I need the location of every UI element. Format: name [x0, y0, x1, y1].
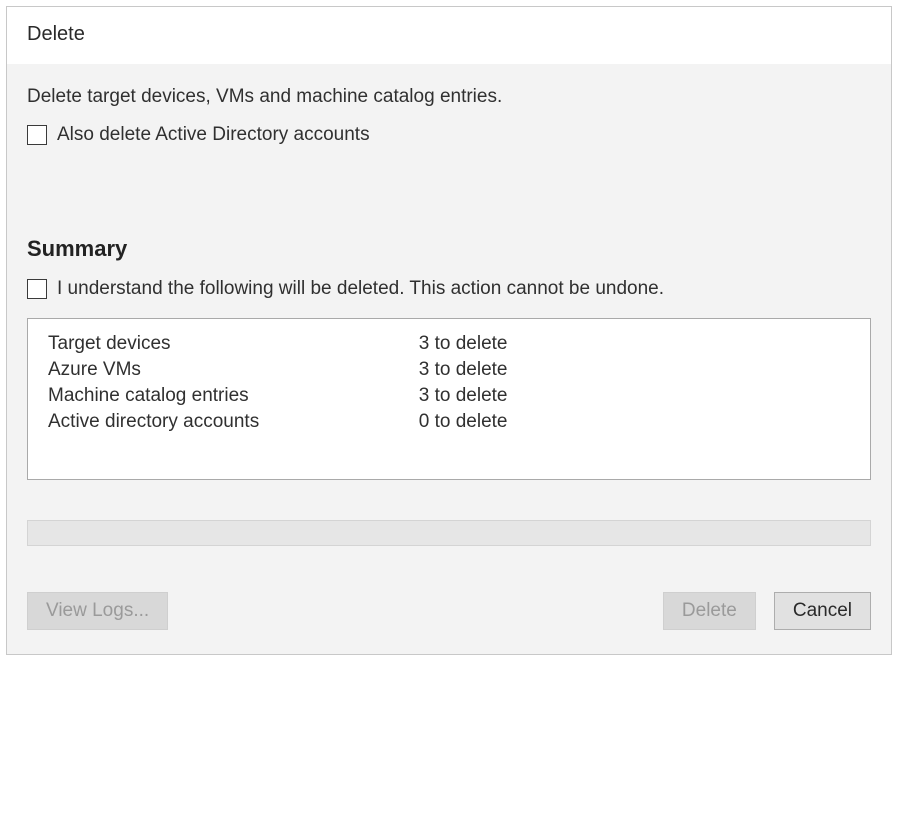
table-row: Active directory accounts 0 to delete [48, 409, 854, 435]
table-row: Azure VMs 3 to delete [48, 357, 854, 383]
confirm-delete-checkbox[interactable]: I understand the following will be delet… [27, 278, 664, 300]
checkbox-icon [27, 279, 47, 299]
summary-row-label: Azure VMs [48, 357, 419, 383]
dialog-button-row: View Logs... Delete Cancel [27, 592, 871, 630]
summary-row-count: 3 to delete [419, 331, 854, 357]
table-row: Target devices 3 to delete [48, 331, 854, 357]
dialog-body: Delete target devices, VMs and machine c… [7, 64, 891, 654]
also-delete-ad-checkbox[interactable]: Also delete Active Directory accounts [27, 124, 370, 146]
delete-button[interactable]: Delete [663, 592, 756, 630]
summary-row-label: Active directory accounts [48, 409, 419, 435]
also-delete-ad-label: Also delete Active Directory accounts [57, 124, 370, 146]
summary-row-label: Machine catalog entries [48, 383, 419, 409]
view-logs-button[interactable]: View Logs... [27, 592, 168, 630]
dialog-title: Delete [7, 7, 891, 64]
summary-row-count: 3 to delete [419, 383, 854, 409]
confirm-delete-label: I understand the following will be delet… [57, 278, 664, 300]
progress-bar [27, 520, 871, 546]
summary-heading: Summary [27, 236, 871, 262]
summary-row-count: 3 to delete [419, 357, 854, 383]
dialog-description: Delete target devices, VMs and machine c… [27, 86, 871, 108]
summary-table: Target devices 3 to delete Azure VMs 3 t… [48, 331, 854, 435]
table-row: Machine catalog entries 3 to delete [48, 383, 854, 409]
delete-dialog: Delete Delete target devices, VMs and ma… [6, 6, 892, 655]
summary-row-count: 0 to delete [419, 409, 854, 435]
checkbox-icon [27, 125, 47, 145]
summary-row-label: Target devices [48, 331, 419, 357]
cancel-button[interactable]: Cancel [774, 592, 871, 630]
summary-box: Target devices 3 to delete Azure VMs 3 t… [27, 318, 871, 480]
